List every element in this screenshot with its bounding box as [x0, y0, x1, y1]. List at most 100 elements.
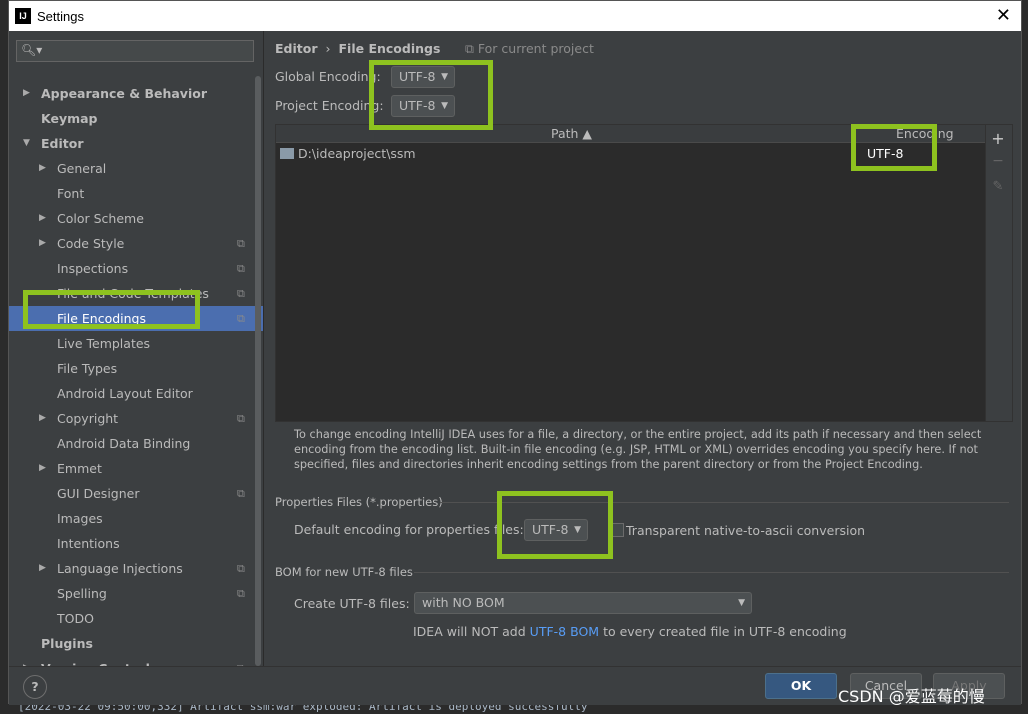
sidebar-scrollbar[interactable] [255, 76, 261, 666]
project-scope-icon: ⧉ [237, 487, 245, 500]
sidebar-item-label: TODO [57, 611, 94, 626]
chevron-right-icon[interactable]: ▶ [39, 206, 46, 231]
column-encoding[interactable]: Encoding [896, 125, 954, 142]
edit-icon[interactable]: ✎ [986, 179, 1010, 194]
sidebar-item-color-scheme[interactable]: ▶ Color Scheme [9, 206, 263, 231]
copy-icon: ⧉ [465, 41, 478, 56]
search-icon: 🔍︎▾ [21, 43, 43, 57]
bom-select[interactable]: with NO BOM ▼ [414, 592, 752, 614]
sidebar-item-plugins[interactable]: Plugins [9, 631, 263, 656]
sidebar-item-label: Language Injections [57, 561, 183, 576]
sidebar-item-label: Spelling [57, 586, 107, 601]
sidebar-item-copyright[interactable]: ▶ Copyright ⧉ [9, 406, 263, 431]
properties-default-label: Default encoding for properties files: [294, 522, 524, 537]
sidebar-item-label: General [57, 161, 107, 176]
search-input[interactable]: 🔍︎▾ [16, 40, 254, 62]
title-bar: IJ Settings ✕ [9, 1, 1021, 31]
sidebar-item-inspections[interactable]: Inspections ⧉ [9, 256, 263, 281]
settings-sidebar: 🔍︎▾ ▶ Appearance & Behavior Keymap ▼ Editor ▶… [9, 31, 263, 676]
breadcrumb-separator: › [325, 41, 331, 56]
background-editor-strip [0, 0, 8, 714]
sidebar-item-general[interactable]: ▶ General [9, 156, 263, 181]
sidebar-item-label: Android Data Binding [57, 436, 191, 451]
chevron-right-icon[interactable]: ▶ [39, 456, 46, 481]
sidebar-item-label: Intentions [57, 536, 120, 551]
sidebar-item-label: File Types [57, 361, 118, 376]
sidebar-item-intentions[interactable]: Intentions [9, 531, 263, 556]
global-encoding-value: UTF-8 [399, 69, 436, 84]
chevron-down-icon[interactable]: ▼ [23, 131, 30, 156]
project-encoding-label: Project Encoding: [275, 98, 384, 113]
sidebar-item-todo[interactable]: TODO [9, 606, 263, 631]
sidebar-item-images[interactable]: Images [9, 506, 263, 531]
project-encoding-value: UTF-8 [399, 98, 436, 113]
file-encodings-panel: Editor › File Encodings ⧉ For current proj… [264, 31, 1021, 666]
sidebar-item-editor[interactable]: ▼ Editor [9, 131, 263, 156]
bom-note: IDEA will NOT add UTF-8 BOM to every cre… [413, 624, 847, 639]
help-button[interactable]: ? [23, 675, 47, 699]
sidebar-item-label: Code Style [57, 236, 125, 251]
sidebar-item-emmet[interactable]: ▶ Emmet [9, 456, 263, 481]
properties-encoding-value: UTF-8 [532, 522, 569, 537]
intellij-icon: IJ [15, 8, 31, 24]
sidebar-item-label: Android Layout Editor [57, 386, 193, 401]
create-utf8-label: Create UTF-8 files: [294, 596, 410, 611]
add-icon[interactable]: + [986, 129, 1010, 148]
breadcrumb: Editor › File Encodings ⧉ For current proj… [275, 41, 594, 56]
project-scope-icon: ⧉ [237, 262, 245, 275]
chevron-down-icon: ▼ [441, 101, 448, 111]
chevron-right-icon[interactable]: ▶ [23, 81, 30, 106]
help-text: To change encoding IntelliJ IDEA uses fo… [294, 428, 982, 471]
section-divider [414, 572, 1009, 573]
close-icon[interactable]: ✕ [996, 5, 1011, 26]
ok-button[interactable]: OK [765, 673, 837, 699]
chevron-right-icon[interactable]: ▶ [39, 231, 46, 256]
sidebar-item-font[interactable]: Font [9, 181, 263, 206]
sidebar-item-android-data-binding[interactable]: Android Data Binding [9, 431, 263, 456]
sidebar-item-gui-designer[interactable]: GUI Designer ⧉ [9, 481, 263, 506]
bom-section-title: BOM for new UTF-8 files [275, 565, 413, 579]
sidebar-item-spelling[interactable]: Spelling ⧉ [9, 581, 263, 606]
chevron-right-icon[interactable]: ▶ [39, 556, 46, 581]
bom-note-prefix: IDEA will NOT add [413, 624, 526, 639]
sidebar-item-code-style[interactable]: ▶ Code Style ⧉ [9, 231, 263, 256]
sidebar-item-live-templates[interactable]: Live Templates [9, 331, 263, 356]
sidebar-item-label: Inspections [57, 261, 129, 276]
chevron-right-icon[interactable]: ▶ [39, 406, 46, 431]
properties-section-title: Properties Files (*.properties) [275, 495, 443, 509]
transparent-ascii-checkbox[interactable] [610, 523, 624, 537]
sidebar-item-label: Images [57, 511, 103, 526]
breadcrumb-parent: Editor [275, 41, 318, 56]
remove-icon[interactable]: − [986, 153, 1010, 169]
sidebar-item-android-layout-editor[interactable]: Android Layout Editor [9, 381, 263, 406]
chevron-down-icon: ▼ [441, 72, 448, 82]
sidebar-item-label: Keymap [41, 111, 98, 126]
sidebar-item-label: GUI Designer [57, 486, 140, 501]
sidebar-item-file-types[interactable]: File Types [9, 356, 263, 381]
column-path[interactable]: Path ▲ [551, 125, 592, 142]
utf8-bom-link[interactable]: UTF-8 BOM [530, 624, 599, 639]
sidebar-item-label: Live Templates [57, 336, 151, 351]
row-encoding[interactable]: UTF-8 [867, 145, 903, 163]
project-encoding-select[interactable]: UTF-8 ▼ [391, 95, 455, 117]
sidebar-item-appearance-behavior[interactable]: ▶ Appearance & Behavior [9, 81, 263, 106]
transparent-ascii-label[interactable]: Transparent native-to-ascii conversion [626, 523, 865, 538]
table-header: Path ▲ Encoding [276, 125, 986, 143]
sidebar-item-file-and-code-templates[interactable]: File and Code Templates ⧉ [9, 281, 263, 306]
project-scope-icon: ⧉ [237, 237, 245, 250]
sidebar-item-label: Color Scheme [57, 211, 144, 226]
sidebar-item-language-injections[interactable]: ▶ Language Injections ⧉ [9, 556, 263, 581]
sidebar-item-keymap[interactable]: Keymap [9, 106, 263, 131]
global-encoding-select[interactable]: UTF-8 ▼ [391, 66, 455, 88]
properties-encoding-select[interactable]: UTF-8 ▼ [524, 519, 588, 541]
project-scope-icon: ⧉ [237, 412, 245, 425]
chevron-right-icon[interactable]: ▶ [39, 156, 46, 181]
project-scope-text: For current project [477, 41, 594, 56]
sidebar-item-file-encodings[interactable]: File Encodings ⧉ [9, 306, 263, 331]
project-scope-icon: ⧉ [237, 312, 245, 325]
project-scope-label: ⧉ For current project [465, 41, 594, 57]
table-toolbar: + − ✎ [985, 124, 1013, 422]
project-scope-icon: ⧉ [237, 287, 245, 300]
table-row[interactable]: D:\ideaproject\ssm UTF-8 [276, 145, 986, 163]
breadcrumb-current: File Encodings [338, 41, 441, 56]
